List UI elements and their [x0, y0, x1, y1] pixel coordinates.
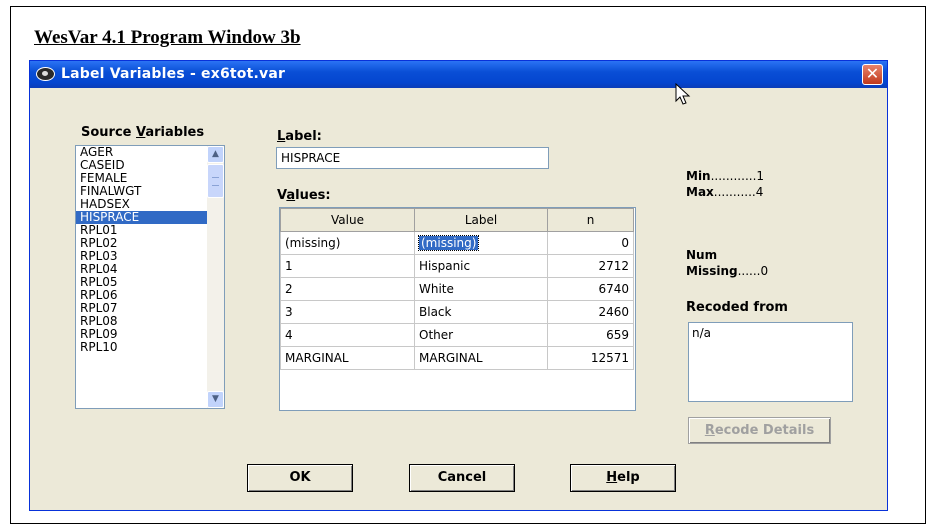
column-header-n[interactable]: n	[547, 208, 634, 232]
document-title: WesVar 4.1 Program Window 3b	[34, 27, 301, 48]
help-button[interactable]: Help	[570, 464, 676, 492]
cell-label[interactable]: Hispanic	[414, 254, 548, 278]
table-row[interactable]: 3 Black 2460	[280, 300, 634, 324]
column-header-label[interactable]: Label	[414, 208, 548, 232]
table-row[interactable]: 2 White 6740	[280, 277, 634, 301]
source-variables-heading: Source Variables	[81, 125, 205, 140]
cell-n[interactable]: 12571	[547, 346, 634, 370]
cancel-button[interactable]: Cancel	[409, 464, 515, 492]
cell-value[interactable]: 2	[280, 277, 415, 301]
cell-label[interactable]: MARGINAL	[414, 346, 548, 370]
cell-value[interactable]: 3	[280, 300, 415, 324]
min-stat: Min............1	[686, 169, 765, 183]
cell-label[interactable]: (missing)	[414, 231, 548, 255]
missing-stat: Missing......0	[686, 264, 769, 278]
num-missing-label: Num	[686, 248, 718, 262]
close-button[interactable]: ✕	[862, 64, 883, 85]
cell-label[interactable]: Black	[414, 300, 548, 324]
cell-n[interactable]: 6740	[547, 277, 634, 301]
scroll-down-icon[interactable]: ▼	[207, 391, 224, 408]
mouse-cursor-icon	[675, 83, 691, 105]
recoded-from-heading: Recoded from	[686, 300, 788, 315]
focused-cell-text: (missing)	[417, 235, 480, 251]
title-bar[interactable]: Label Variables - ex6tot.var ✕	[30, 61, 887, 88]
table-row[interactable]: 1 Hispanic 2712	[280, 254, 634, 278]
source-variable-item[interactable]: RPL10	[76, 341, 224, 354]
cell-n[interactable]: 659	[547, 323, 634, 347]
scroll-up-icon[interactable]: ▲	[207, 146, 224, 163]
cell-n[interactable]: 0	[547, 231, 634, 255]
table-row[interactable]: (missing) (missing) 0	[280, 231, 634, 255]
cell-value[interactable]: (missing)	[280, 231, 415, 255]
label-caption: Label:	[277, 129, 322, 144]
app-icon	[36, 67, 55, 81]
cell-n[interactable]: 2712	[547, 254, 634, 278]
label-input[interactable]: HISPRACE	[276, 147, 549, 169]
cell-label[interactable]: White	[414, 277, 548, 301]
cell-value[interactable]: 4	[280, 323, 415, 347]
ok-button[interactable]: OK	[247, 464, 353, 492]
scroll-thumb[interactable]	[207, 164, 224, 198]
cell-value[interactable]: MARGINAL	[280, 346, 415, 370]
recode-details-button[interactable]: Recode Details	[688, 417, 831, 444]
max-stat: Max...........4	[686, 185, 764, 199]
values-caption: Values:	[277, 188, 331, 203]
table-row[interactable]: MARGINAL MARGINAL 12571	[280, 346, 634, 370]
column-header-value[interactable]: Value	[280, 208, 415, 232]
list-scrollbar[interactable]: ▲ ▼	[207, 146, 224, 408]
window-title: Label Variables - ex6tot.var	[61, 66, 286, 82]
recoded-from-box[interactable]: n/a	[688, 322, 853, 402]
label-variables-window: Label Variables - ex6tot.var ✕ Source Va…	[29, 60, 888, 511]
cell-n[interactable]: 2460	[547, 300, 634, 324]
source-variables-list[interactable]: AGER CASEID FEMALE FINALWGT HADSEX HISPRACE RP…	[75, 145, 225, 409]
cell-label[interactable]: Other	[414, 323, 548, 347]
cell-value[interactable]: 1	[280, 254, 415, 278]
values-grid[interactable]: Value Label n (missing) (missing) 0 1 Hispan…	[279, 207, 636, 411]
table-row[interactable]: 4 Other 659	[280, 323, 634, 347]
